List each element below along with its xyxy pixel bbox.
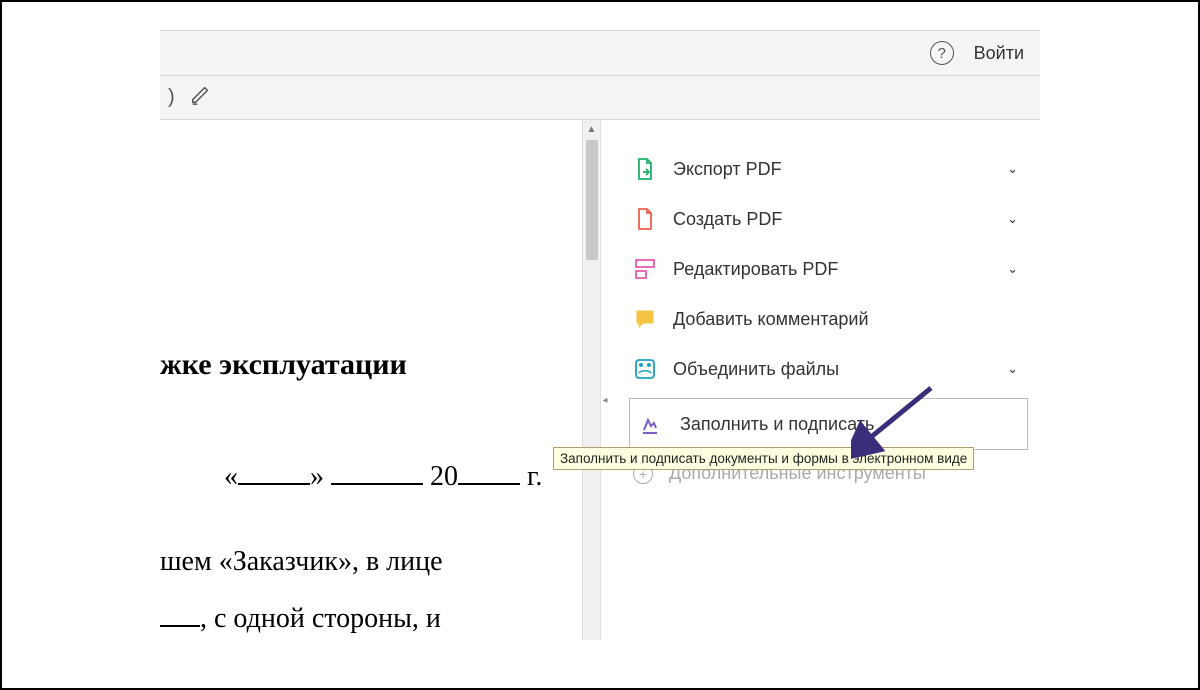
sign-icon <box>640 412 664 436</box>
scrollbar[interactable]: ▲ <box>582 120 600 640</box>
chevron-down-icon: ⌄ <box>1007 211 1018 227</box>
scroll-up-icon[interactable]: ▲ <box>583 120 600 138</box>
help-glyph: ? <box>937 45 945 62</box>
chevron-down-icon: ⌄ <box>1007 361 1018 377</box>
document-line: , с одной стороны, и <box>160 594 600 640</box>
document-viewport: жке эксплуатации «» 20 г. шем «Заказчик»… <box>160 120 600 640</box>
document-line: «» 20 г. <box>160 452 600 501</box>
tool-fill-sign[interactable]: Заполнить и подписать <box>629 398 1028 450</box>
panel-collapse-handle[interactable]: ◂ <box>600 380 610 420</box>
tool-export-pdf[interactable]: Экспорт PDF ⌄ <box>629 144 1028 194</box>
chevron-down-icon: ⌄ <box>1007 261 1018 277</box>
tool-label: Редактировать PDF <box>673 259 1007 280</box>
help-icon[interactable]: ? <box>930 41 954 65</box>
pencil-icon[interactable] <box>190 84 212 111</box>
tool-label: Заполнить и подписать <box>680 414 1017 435</box>
document-line: шем «Заказчик», в лице <box>160 537 600 586</box>
tools-panel: ◂ Экспорт PDF ⌄ Создать PDF ⌄ Редак <box>600 120 1040 640</box>
scroll-thumb[interactable] <box>586 140 598 260</box>
partial-tool-icon[interactable]: ) <box>168 86 172 109</box>
tooltip: Заполнить и подписать документы и формы … <box>553 447 974 470</box>
chevron-down-icon: ⌄ <box>1007 161 1018 177</box>
comment-icon <box>633 307 657 331</box>
export-icon <box>633 157 657 181</box>
login-button[interactable]: Войти <box>974 43 1024 64</box>
create-pdf-icon <box>633 207 657 231</box>
tool-label: Добавить комментарий <box>673 309 1018 330</box>
tool-edit-pdf[interactable]: Редактировать PDF ⌄ <box>629 244 1028 294</box>
tool-label: Экспорт PDF <box>673 159 1007 180</box>
tool-add-comment[interactable]: Добавить комментарий <box>629 294 1028 344</box>
tool-create-pdf[interactable]: Создать PDF ⌄ <box>629 194 1028 244</box>
edit-pdf-icon <box>633 257 657 281</box>
document-heading: жке эксплуатации <box>160 348 600 382</box>
combine-icon <box>633 357 657 381</box>
secondary-toolbar: ) <box>160 76 1040 120</box>
tool-label: Создать PDF <box>673 209 1007 230</box>
app-topbar: ? Войти <box>160 30 1040 76</box>
tool-label: Объединить файлы <box>673 359 1007 380</box>
tool-combine-files[interactable]: Объединить файлы ⌄ <box>629 344 1028 394</box>
